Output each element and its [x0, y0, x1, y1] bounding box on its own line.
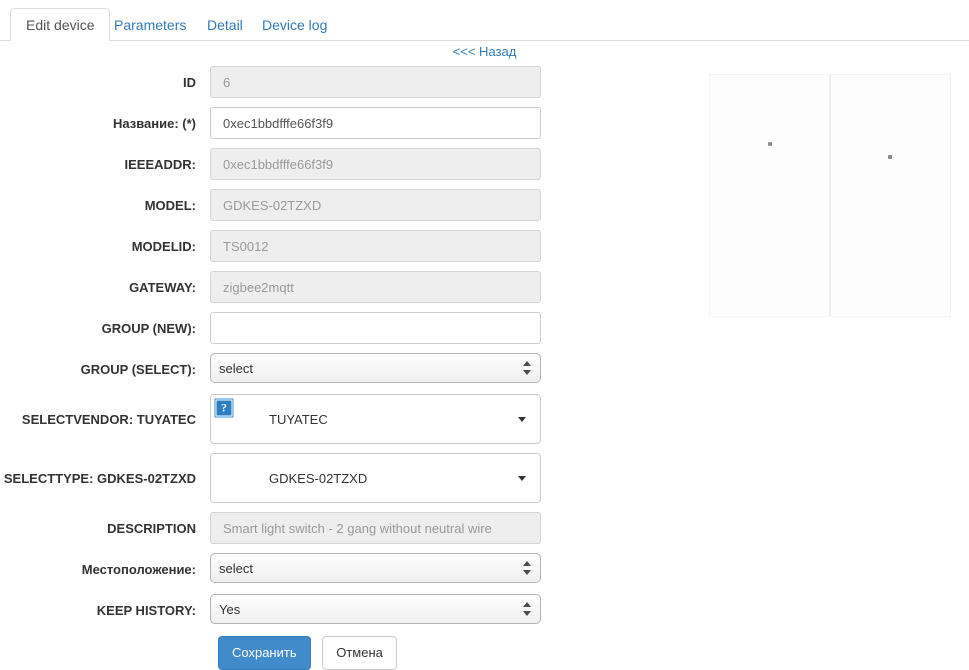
control-name: [210, 107, 541, 139]
id-input: [210, 66, 541, 98]
label-select-vendor: SELECTVENDOR: TUYATEC: [21, 412, 196, 427]
form-actions: Сохранить Отмена: [218, 636, 397, 670]
chevron-down-icon: [518, 476, 526, 481]
control-description: [210, 512, 541, 544]
description-input: [210, 512, 541, 544]
product-thumbnail-icon: [223, 459, 261, 497]
modelid-input: [210, 230, 541, 262]
label-group-select: GROUP (SELECT):: [80, 362, 196, 377]
switch-divider: [829, 75, 831, 316]
form-row-select-type: SELECTTYPE: GDKES-02TZXD GDKES-02TZXD: [0, 453, 700, 512]
label-gateway: GATEWAY:: [129, 280, 196, 295]
switch-led-right-icon: [888, 154, 892, 159]
control-keep-history: Yes: [210, 594, 541, 624]
form-row-keep-history: KEEP HISTORY: Yes: [0, 594, 700, 635]
form-row-id: ID: [0, 66, 700, 107]
tab-device-log[interactable]: Device log: [246, 8, 343, 41]
edit-device-form: ID Название: (*) IEEEADDR: MODEL: MODELI…: [0, 66, 700, 635]
form-row-group-select: GROUP (SELECT): select: [0, 353, 700, 394]
label-location: Местоположение:: [81, 562, 196, 577]
vendor-dropdown-label: TUYATEC: [269, 412, 328, 427]
form-row-model: MODEL:: [0, 189, 700, 230]
control-group-new: [210, 312, 541, 344]
label-model: MODEL:: [144, 198, 196, 213]
label-ieeeaddr: IEEEADDR:: [124, 157, 196, 172]
form-row-ieeeaddr: IEEEADDR:: [0, 148, 700, 189]
label-id: ID: [183, 75, 196, 90]
form-row-location: Местоположение: select: [0, 553, 700, 594]
form-row-description: DESCRIPTION: [0, 512, 700, 553]
form-row-group-new: GROUP (NEW):: [0, 312, 700, 353]
cancel-button[interactable]: Отмена: [322, 636, 397, 670]
label-group-new: GROUP (NEW):: [101, 321, 196, 336]
control-location: select: [210, 553, 541, 583]
model-input: [210, 189, 541, 221]
switch-led-left-icon: [768, 142, 772, 147]
gateway-input: [210, 271, 541, 303]
label-keep-history: KEEP HISTORY:: [96, 603, 196, 618]
group-select-wrapper: select: [210, 353, 541, 383]
group-new-input[interactable]: [210, 312, 541, 344]
control-select-vendor: ? TUYATEC: [210, 394, 541, 444]
tab-label: Detail: [207, 17, 243, 33]
tab-label: Device log: [262, 17, 328, 33]
location-select-wrapper: select: [210, 553, 541, 583]
label-name: Название: (*): [112, 116, 196, 131]
save-button[interactable]: Сохранить: [218, 636, 311, 670]
control-gateway: [210, 271, 541, 303]
back-link[interactable]: <<< Назад: [0, 44, 969, 59]
form-row-select-vendor: SELECTVENDOR: TUYATEC ? TUYATEC: [0, 394, 700, 453]
control-modelid: [210, 230, 541, 262]
chevron-down-icon: [518, 417, 526, 422]
keep-history-select-wrapper: Yes: [210, 594, 541, 624]
type-dropdown-label: GDKES-02TZXD: [269, 471, 368, 486]
control-ieeeaddr: [210, 148, 541, 180]
control-select-type: GDKES-02TZXD: [210, 453, 541, 503]
control-id: [210, 66, 541, 98]
control-group-select: select: [210, 353, 541, 383]
type-dropdown-button[interactable]: GDKES-02TZXD: [210, 453, 541, 503]
tab-label: Edit device: [26, 17, 95, 33]
product-image: [709, 74, 951, 317]
keep-history-select[interactable]: Yes: [210, 594, 541, 624]
broken-image-icon: ?: [214, 398, 261, 438]
form-row-name: Название: (*): [0, 107, 700, 148]
form-row-gateway: GATEWAY:: [0, 271, 700, 312]
control-model: [210, 189, 541, 221]
tab-edit-device[interactable]: Edit device: [10, 8, 111, 41]
ieeeaddr-input: [210, 148, 541, 180]
location-select[interactable]: select: [210, 553, 541, 583]
name-input[interactable]: [210, 107, 541, 139]
group-select[interactable]: select: [210, 353, 541, 383]
vendor-dropdown-button[interactable]: ? TUYATEC: [210, 394, 541, 444]
label-modelid: MODELID:: [131, 239, 196, 254]
tab-parameters[interactable]: Parameters: [98, 8, 202, 41]
form-row-modelid: MODELID:: [0, 230, 700, 271]
tab-bar: Edit device Parameters Detail Device log: [0, 0, 969, 41]
label-description: DESCRIPTION: [107, 521, 196, 536]
tab-label: Parameters: [114, 17, 187, 33]
label-select-type: SELECTTYPE: GDKES-02TZXD: [3, 471, 196, 486]
